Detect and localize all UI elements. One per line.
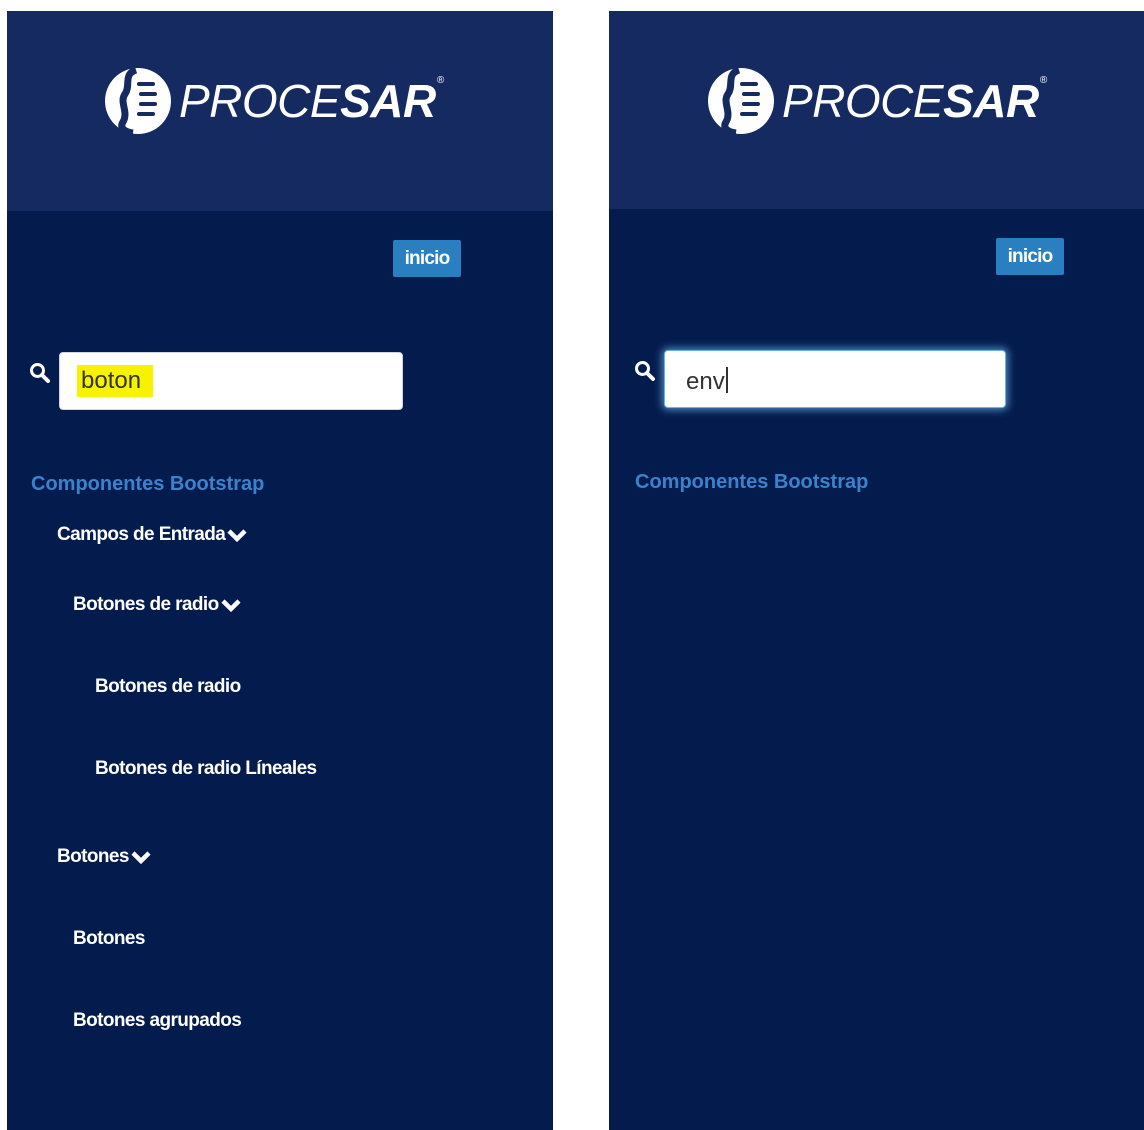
menu-item-botones-agrupados[interactable]: Botones agrupados (73, 1010, 242, 1032)
sidebar-panel-left: PROCESAR® inicio boton Componentes Boots… (7, 11, 553, 1130)
menu-item-botones-group[interactable]: Botones (57, 846, 152, 868)
search-icon (30, 363, 50, 383)
chevron-down-icon (221, 599, 241, 613)
procesar-logo-icon (105, 66, 171, 136)
inicio-button[interactable]: inicio (996, 238, 1064, 275)
inicio-button[interactable]: inicio (393, 240, 461, 277)
section-title-componentes-bootstrap[interactable]: Componentes Bootstrap (635, 471, 868, 494)
menu-item-label: Botones de radio (73, 594, 219, 615)
chevron-down-icon (227, 529, 247, 543)
procesar-wordmark: PROCESAR® (782, 75, 1047, 127)
search-icon (635, 361, 655, 381)
menu-item-botones[interactable]: Botones (73, 928, 145, 950)
menu-item-label: Botones (73, 928, 145, 949)
menu-item-label: Campos de Entrada (57, 524, 226, 545)
procesar-wordmark: PROCESAR® (179, 75, 444, 127)
section-title-componentes-bootstrap[interactable]: Componentes Bootstrap (31, 473, 264, 496)
menu-item-botones-de-radio-group[interactable]: Botones de radio (73, 594, 242, 616)
procesar-logo[interactable]: PROCESAR® (706, 66, 1047, 136)
menu-item-botones-de-radio-lineales[interactable]: Botones de radio Líneales (95, 758, 317, 780)
procesar-logo-icon (708, 66, 774, 136)
menu-item-label: Botones (57, 846, 129, 867)
menu-item-label: Botones agrupados (73, 1010, 242, 1031)
search-input[interactable] (59, 352, 403, 410)
menu-item-label: Botones de radio (95, 676, 241, 697)
chevron-down-icon (131, 851, 151, 865)
sidebar-header: PROCESAR® (7, 11, 553, 211)
sidebar-panel-right: PROCESAR® inicio env Componentes Bootstr… (609, 11, 1144, 1130)
menu-item-botones-de-radio[interactable]: Botones de radio (95, 676, 241, 698)
procesar-logo[interactable]: PROCESAR® (103, 66, 444, 136)
sidebar-header: PROCESAR® (609, 11, 1144, 209)
search-input[interactable] (664, 350, 1006, 408)
menu-item-label: Botones de radio Líneales (95, 758, 317, 779)
menu-item-campos-de-entrada[interactable]: Campos de Entrada (57, 524, 248, 546)
